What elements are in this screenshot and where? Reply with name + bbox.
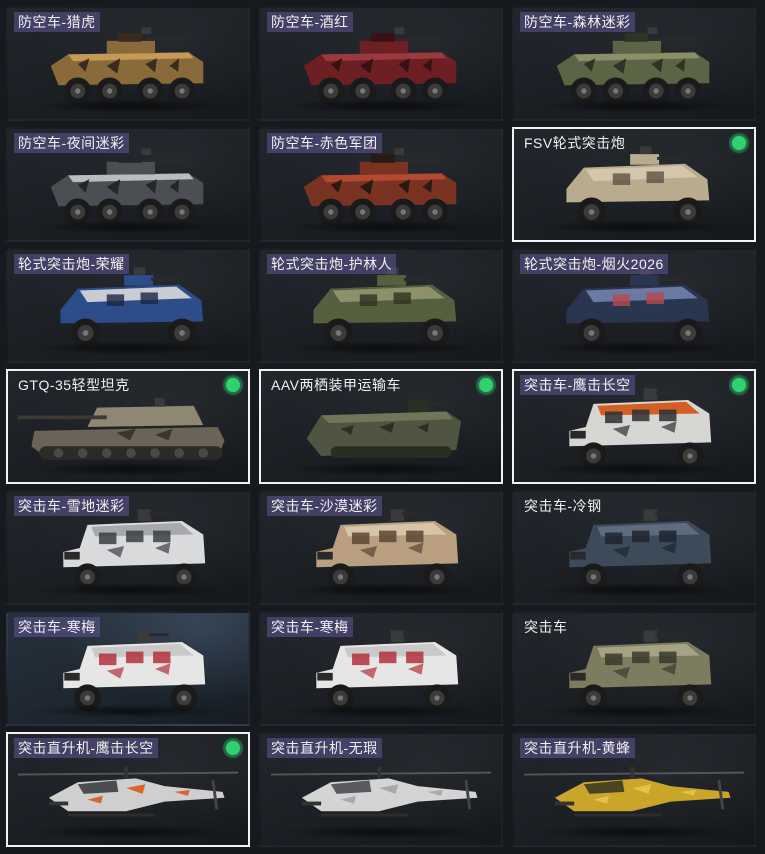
skin-card[interactable]: 防空车-猎虎 xyxy=(6,6,250,121)
skin-name-label: 突击直升机-黄蜂 xyxy=(520,738,635,758)
equipped-indicator-icon xyxy=(732,378,746,392)
equipped-indicator-icon xyxy=(226,741,240,755)
ground-shadow xyxy=(28,99,228,113)
skin-card[interactable]: AAV两栖装甲运输车 xyxy=(259,369,503,484)
skin-card[interactable]: 轮式突击炮-烟火2026 xyxy=(512,248,756,363)
skin-name-label: 突击车-寒梅 xyxy=(267,617,353,637)
ground-shadow xyxy=(281,99,481,113)
ground-shadow xyxy=(281,462,481,476)
ground-shadow xyxy=(28,825,228,839)
skin-name-label: 轮式突击炮-烟火2026 xyxy=(520,254,668,274)
skin-name-label: 突击车-冷钢 xyxy=(524,498,602,514)
skin-card[interactable]: 突击车 xyxy=(512,611,756,726)
ground-shadow xyxy=(281,220,481,234)
skin-name-label: 轮式突击炮-荣耀 xyxy=(14,254,129,274)
skin-card[interactable]: 突击直升机-黄蜂 xyxy=(512,732,756,847)
skin-name-label: 防空车-酒红 xyxy=(267,12,353,32)
ground-shadow xyxy=(281,583,481,597)
skin-name-label: 突击车-雪地迷彩 xyxy=(14,496,129,516)
ground-shadow xyxy=(534,462,734,476)
skin-card[interactable]: FSV轮式突击炮 xyxy=(512,127,756,242)
skin-grid: 防空车-猎虎 防空车-酒红 防空车-森林迷彩 防空车-夜间迷彩 防空车-赤色军团… xyxy=(0,0,765,854)
skin-name-label: 防空车-猎虎 xyxy=(14,12,100,32)
ground-shadow xyxy=(534,341,734,355)
equipped-indicator-icon xyxy=(479,378,493,392)
skin-card[interactable]: 防空车-夜间迷彩 xyxy=(6,127,250,242)
skin-name-label: 突击直升机-无瑕 xyxy=(267,738,382,758)
skin-card[interactable]: 突击车-沙漠迷彩 xyxy=(259,490,503,605)
ground-shadow xyxy=(28,220,228,234)
skin-name-label: 突击车-寒梅 xyxy=(14,617,100,637)
skin-name-label: 突击直升机-鹰击长空 xyxy=(14,738,158,758)
ground-shadow xyxy=(534,825,734,839)
skin-name-label: 防空车-赤色军团 xyxy=(267,133,382,153)
skin-name-label: 轮式突击炮-护林人 xyxy=(267,254,397,274)
ground-shadow xyxy=(534,220,734,234)
skin-name-label: 突击车-沙漠迷彩 xyxy=(267,496,382,516)
ground-shadow xyxy=(534,99,734,113)
ground-shadow xyxy=(28,341,228,355)
skin-name-label: AAV两栖装甲运输车 xyxy=(271,377,401,393)
skin-card[interactable]: 突击车-寒梅 xyxy=(259,611,503,726)
skin-name-label: GTQ-35轻型坦克 xyxy=(18,377,130,393)
ground-shadow xyxy=(28,462,228,476)
ground-shadow xyxy=(534,704,734,718)
equipped-indicator-icon xyxy=(226,378,240,392)
skin-name-label: 防空车-森林迷彩 xyxy=(520,12,635,32)
skin-card[interactable]: 防空车-酒红 xyxy=(259,6,503,121)
skin-card[interactable]: 防空车-赤色军团 xyxy=(259,127,503,242)
ground-shadow xyxy=(28,704,228,718)
equipped-indicator-icon xyxy=(732,136,746,150)
skin-card[interactable]: 突击直升机-无瑕 xyxy=(259,732,503,847)
skin-name-label: 突击车-鹰击长空 xyxy=(520,375,635,395)
skin-card[interactable]: 轮式突击炮-荣耀 xyxy=(6,248,250,363)
skin-card[interactable]: 突击车-雪地迷彩 xyxy=(6,490,250,605)
skin-card[interactable]: 突击车-冷钢 xyxy=(512,490,756,605)
ground-shadow xyxy=(534,583,734,597)
ground-shadow xyxy=(28,583,228,597)
skin-card[interactable]: GTQ-35轻型坦克 xyxy=(6,369,250,484)
skin-name-label: 突击车 xyxy=(524,619,568,635)
skin-card[interactable]: 突击车-寒梅 xyxy=(6,611,250,726)
ground-shadow xyxy=(281,704,481,718)
ground-shadow xyxy=(281,825,481,839)
skin-card[interactable]: 轮式突击炮-护林人 xyxy=(259,248,503,363)
skin-card[interactable]: 突击直升机-鹰击长空 xyxy=(6,732,250,847)
skin-name-label: FSV轮式突击炮 xyxy=(524,135,626,151)
skin-card[interactable]: 突击车-鹰击长空 xyxy=(512,369,756,484)
skin-name-label: 防空车-夜间迷彩 xyxy=(14,133,129,153)
ground-shadow xyxy=(281,341,481,355)
skin-card[interactable]: 防空车-森林迷彩 xyxy=(512,6,756,121)
